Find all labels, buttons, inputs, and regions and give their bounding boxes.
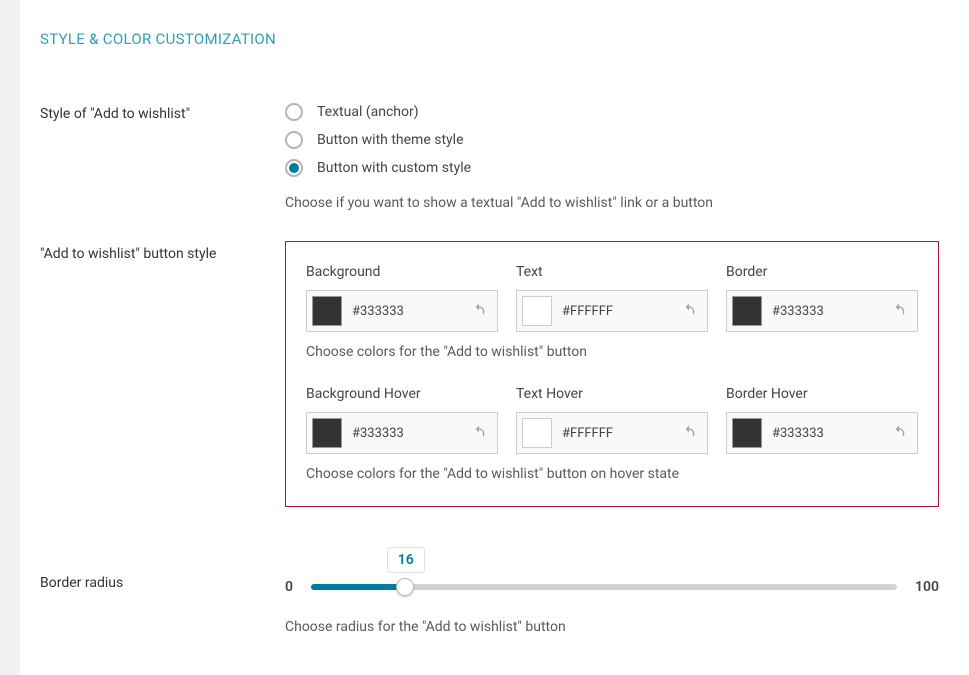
color-label: Background xyxy=(306,264,498,280)
slider-max-label: 100 xyxy=(915,579,939,595)
slider-track[interactable] xyxy=(311,584,897,590)
color-label: Background Hover xyxy=(306,386,498,402)
button-style-highlight-box: Background #333333 Text #FFFFFF xyxy=(285,241,939,507)
hex-value: #FFFFFF xyxy=(562,304,671,319)
button-style-section: "Add to wishlist" button style Backgroun… xyxy=(40,241,939,507)
color-swatch xyxy=(312,418,342,448)
color-cell-border: Border #333333 xyxy=(726,264,918,332)
color-row-normal-desc: Choose colors for the "Add to wishlist" … xyxy=(306,344,918,360)
slider-track-wrap: 0 100 xyxy=(285,579,939,595)
color-cell-border-hover: Border Hover #333333 xyxy=(726,386,918,454)
color-picker-text[interactable]: #FFFFFF xyxy=(516,290,708,332)
slider-handle[interactable] xyxy=(396,578,414,596)
color-swatch xyxy=(312,296,342,326)
radio-option-theme-style[interactable]: Button with theme style xyxy=(285,131,939,149)
settings-panel: STYLE & COLOR CUSTOMIZATION Style of "Ad… xyxy=(20,0,969,675)
color-swatch xyxy=(522,296,552,326)
color-swatch xyxy=(732,418,762,448)
color-swatch xyxy=(732,296,762,326)
hex-value: #333333 xyxy=(352,304,461,319)
reset-icon[interactable] xyxy=(471,425,487,441)
color-label: Text Hover xyxy=(516,386,708,402)
style-radio-list: Textual (anchor) Button with theme style… xyxy=(285,103,939,177)
hex-value: #333333 xyxy=(772,304,881,319)
reset-icon[interactable] xyxy=(471,303,487,319)
style-field-content: Textual (anchor) Button with theme style… xyxy=(285,103,939,211)
color-label: Border Hover xyxy=(726,386,918,402)
radio-icon xyxy=(285,103,303,121)
border-radius-content: 16 0 100 Choose radius for the "Add to w… xyxy=(285,547,939,635)
color-picker-background[interactable]: #333333 xyxy=(306,290,498,332)
slider-container: 16 0 100 xyxy=(285,547,939,595)
border-radius-row: Border radius 16 0 100 Choose radius for… xyxy=(40,547,939,635)
color-row-hover-desc: Choose colors for the "Add to wishlist" … xyxy=(306,466,918,482)
style-field-label: Style of "Add to wishlist" xyxy=(40,103,285,122)
slider-tooltip: 16 xyxy=(387,547,425,573)
reset-icon[interactable] xyxy=(681,425,697,441)
color-picker-text-hover[interactable]: #FFFFFF xyxy=(516,412,708,454)
radio-icon xyxy=(285,159,303,177)
slider-fill xyxy=(311,584,405,590)
hex-value: #333333 xyxy=(352,426,461,441)
radio-option-textual[interactable]: Textual (anchor) xyxy=(285,103,939,121)
border-radius-label: Border radius xyxy=(40,547,285,591)
slider-min-label: 0 xyxy=(285,579,293,595)
style-help-text: Choose if you want to show a textual "Ad… xyxy=(285,195,939,211)
color-picker-border[interactable]: #333333 xyxy=(726,290,918,332)
color-row-normal: Background #333333 Text #FFFFFF xyxy=(306,264,918,332)
color-picker-border-hover[interactable]: #333333 xyxy=(726,412,918,454)
radio-option-custom-style[interactable]: Button with custom style xyxy=(285,159,939,177)
color-cell-text: Text #FFFFFF xyxy=(516,264,708,332)
radio-icon xyxy=(285,131,303,149)
button-style-label: "Add to wishlist" button style xyxy=(40,243,285,262)
style-field-row: Style of "Add to wishlist" Textual (anch… xyxy=(40,103,939,211)
color-row-hover: Background Hover #333333 Text Hover #FFF… xyxy=(306,386,918,454)
color-cell-background-hover: Background Hover #333333 xyxy=(306,386,498,454)
color-swatch xyxy=(522,418,552,448)
section-title: STYLE & COLOR CUSTOMIZATION xyxy=(40,30,939,48)
color-cell-text-hover: Text Hover #FFFFFF xyxy=(516,386,708,454)
radio-label: Button with theme style xyxy=(317,132,464,148)
color-picker-background-hover[interactable]: #333333 xyxy=(306,412,498,454)
hex-value: #FFFFFF xyxy=(562,426,671,441)
reset-icon[interactable] xyxy=(891,303,907,319)
color-label: Text xyxy=(516,264,708,280)
color-cell-background: Background #333333 xyxy=(306,264,498,332)
hex-value: #333333 xyxy=(772,426,881,441)
radio-label: Button with custom style xyxy=(317,160,471,176)
reset-icon[interactable] xyxy=(891,425,907,441)
reset-icon[interactable] xyxy=(681,303,697,319)
border-radius-desc: Choose radius for the "Add to wishlist" … xyxy=(285,619,939,635)
radio-label: Textual (anchor) xyxy=(317,104,419,120)
color-label: Border xyxy=(726,264,918,280)
